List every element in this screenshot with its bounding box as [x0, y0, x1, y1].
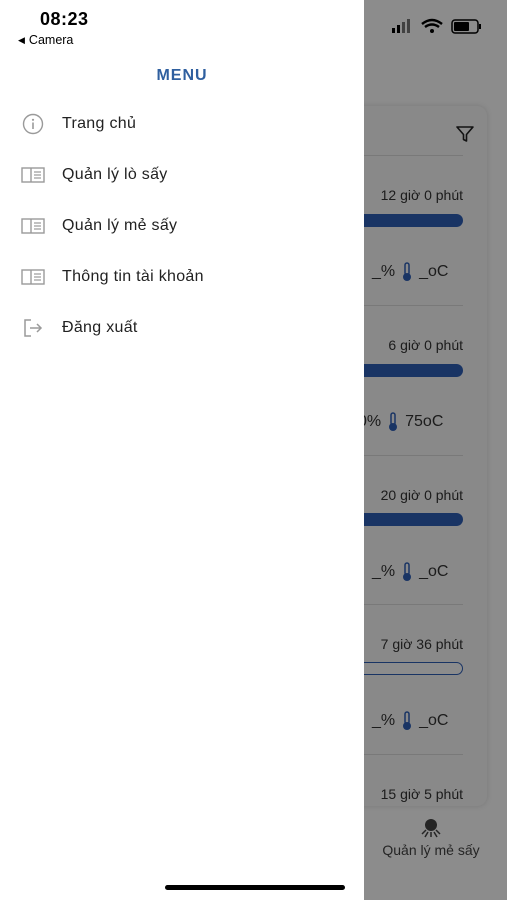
book-icon — [20, 266, 46, 288]
book-icon — [20, 164, 46, 186]
status-time: 08:23 — [40, 9, 89, 29]
side-drawer: 08:23 ◀ Camera MENU Trang chủ Quản lý lò… — [0, 0, 364, 900]
back-arrow-icon: ◀ — [18, 34, 25, 45]
menu-item-label: Quản lý mẻ sấy — [62, 217, 178, 234]
menu-title: MENU — [156, 67, 208, 84]
home-indicator[interactable] — [165, 885, 345, 890]
info-icon — [20, 113, 46, 135]
menu-item-account-info[interactable]: Thông tin tài khoản — [20, 260, 350, 294]
menu-item-label: Đăng xuất — [62, 319, 138, 336]
book-icon — [20, 215, 46, 237]
menu-item-label: Trang chủ — [62, 115, 137, 132]
back-label: Camera — [28, 33, 74, 47]
menu-item-logout[interactable]: Đăng xuất — [20, 311, 350, 345]
menu-item-batch-management[interactable]: Quản lý mẻ sấy — [20, 209, 350, 243]
menu-item-home[interactable]: Trang chủ — [20, 107, 350, 141]
menu-item-label: Quản lý lò sấy — [62, 166, 168, 183]
back-to-camera[interactable]: ◀ Camera — [18, 33, 73, 47]
menu-item-label: Thông tin tài khoản — [62, 268, 204, 285]
logout-icon — [20, 317, 46, 339]
menu-item-dryer-management[interactable]: Quản lý lò sấy — [20, 158, 350, 192]
